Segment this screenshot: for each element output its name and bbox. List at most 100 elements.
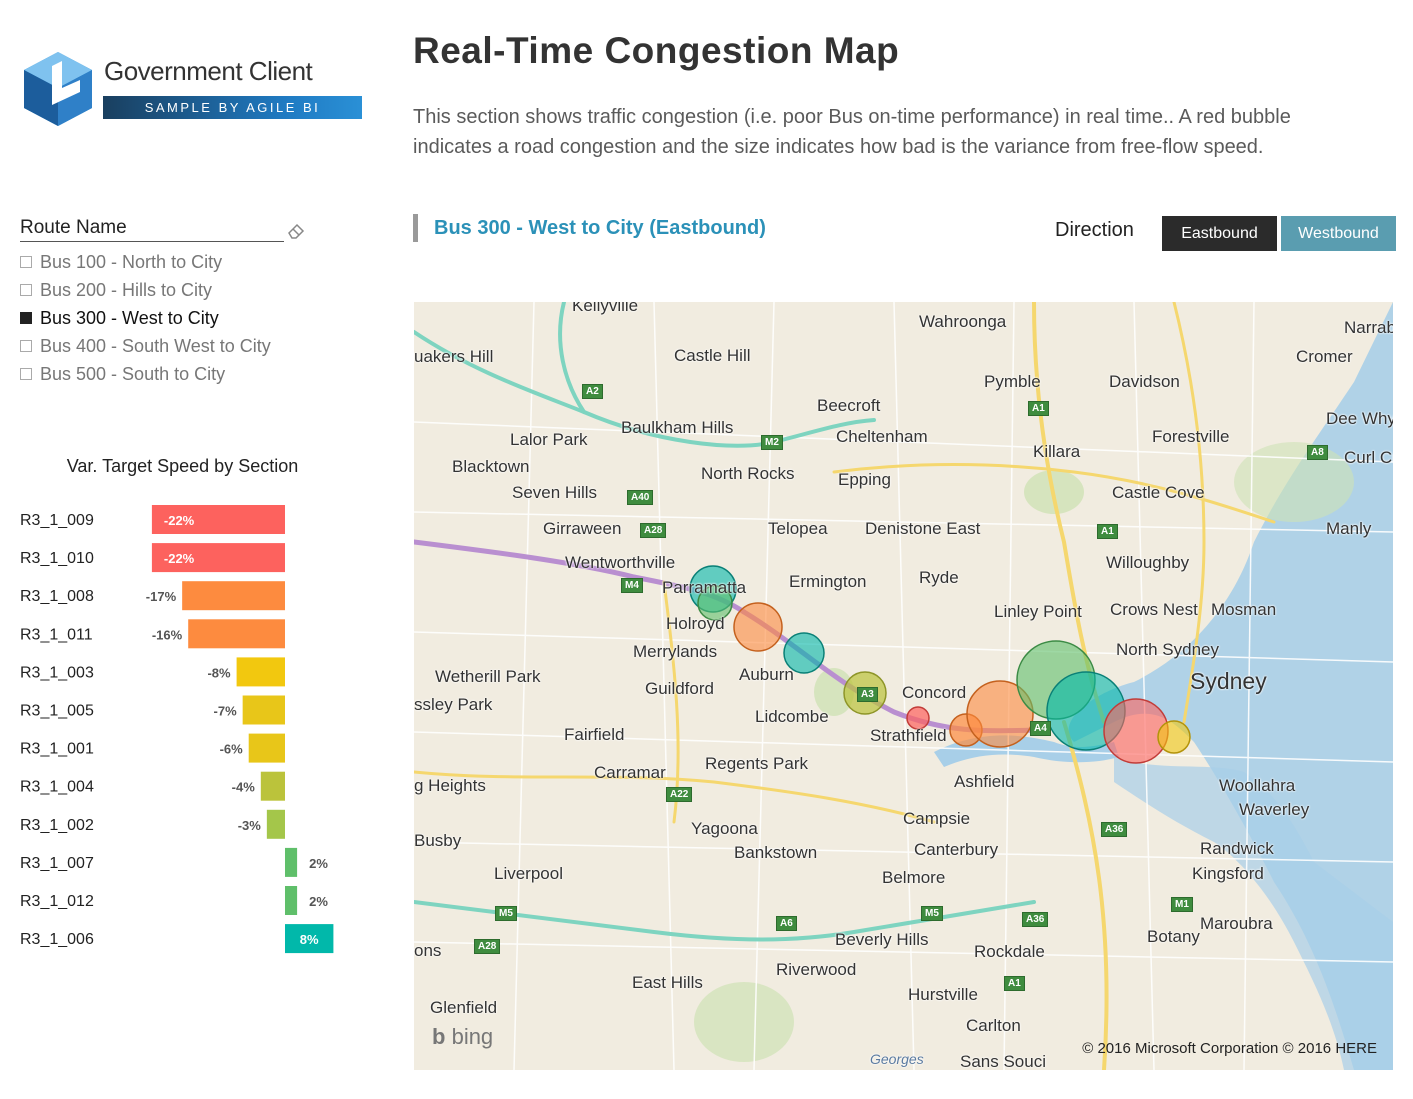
- map-place-label: Pymble: [984, 372, 1041, 391]
- bar-category-label: R3_1_004: [20, 779, 94, 796]
- bing-logo: b bing: [432, 1024, 493, 1050]
- map-place-label: Baulkham Hills: [621, 418, 734, 437]
- map-place-label: Beverly Hills: [835, 930, 929, 949]
- map-place-label: Randwick: [1200, 839, 1274, 858]
- map-place-label: Lidcombe: [755, 707, 829, 726]
- cube-logo-icon: [24, 52, 92, 126]
- map-place-label: Hurstville: [908, 985, 978, 1004]
- checkbox-icon[interactable]: [20, 340, 32, 352]
- bar-category-label: R3_1_008: [20, 588, 94, 605]
- route-title: Bus 300 - West to City (Eastbound): [434, 217, 766, 239]
- bar[interactable]: [182, 581, 285, 611]
- variance-bar-chart: R3_1_009 -22% R3_1_010 -22% R3_1_008 -17% R3_1…: [20, 505, 334, 954]
- map-place-label: Kingsford: [1192, 864, 1264, 883]
- map-place-label: Forestville: [1152, 427, 1230, 446]
- map-place-label: Fairfield: [564, 725, 625, 744]
- checkbox-icon[interactable]: [20, 368, 32, 380]
- map-place-label: Lalor Park: [510, 430, 588, 449]
- slicer-item-bus-200[interactable]: Bus 200 - Hills to City: [20, 276, 271, 304]
- bar-value-label: -6%: [220, 742, 244, 757]
- bing-label: bing: [451, 1024, 494, 1049]
- slicer-item-label: Bus 400 - South West to City: [40, 335, 271, 356]
- map-place-label: Willoughby: [1106, 553, 1190, 572]
- map-place-label: Glenfield: [430, 998, 498, 1017]
- map-place-label: Ryde: [919, 568, 959, 587]
- bar-value-label: -17%: [146, 589, 177, 604]
- bar-value-label: 8%: [300, 932, 319, 947]
- bar[interactable]: [248, 733, 285, 763]
- road-shield-icon: A1: [1097, 524, 1118, 539]
- map-place-label: ssley Park: [414, 695, 493, 714]
- bar-category-label: R3_1_003: [20, 664, 94, 681]
- bar-category-label: R3_1_012: [20, 893, 94, 910]
- route-slicer-list: Bus 100 - North to City Bus 200 - Hills …: [20, 248, 271, 388]
- map-place-label: Yagoona: [691, 819, 758, 838]
- bar-value-label: -7%: [214, 704, 238, 719]
- congestion-map[interactable]: Kellyville Wahroonga Narrab uakers Hill Cast…: [414, 302, 1393, 1070]
- map-place-label: Ermington: [789, 572, 867, 591]
- map-place-label: g Heights: [414, 776, 486, 795]
- bar[interactable]: [285, 886, 298, 915]
- map-place-label: Ashfield: [954, 772, 1015, 791]
- bar[interactable]: [236, 657, 285, 687]
- map-place-label: Liverpool: [494, 864, 563, 883]
- road-shield-icon: A1: [1004, 976, 1025, 991]
- bar-value-label: 2%: [309, 894, 328, 909]
- map-place-label: Wentworthville: [565, 553, 676, 572]
- road-shield-icon: A40: [627, 490, 654, 505]
- congestion-bubble[interactable]: [1157, 720, 1191, 754]
- map-place-label: Georges: [870, 1051, 924, 1067]
- eraser-icon[interactable]: [286, 220, 306, 240]
- bar[interactable]: [285, 847, 298, 877]
- bar-value-label: -22%: [164, 551, 195, 566]
- chart-title: Var. Target Speed by Section: [66, 456, 299, 476]
- map-place-label: Manly: [1326, 519, 1372, 538]
- checkbox-icon[interactable]: [20, 284, 32, 296]
- road-shield-icon: A22: [666, 787, 693, 802]
- congestion-bubble[interactable]: [733, 602, 783, 652]
- bar-category-label: R3_1_010: [20, 550, 94, 567]
- bar[interactable]: [260, 771, 285, 801]
- road-shield-icon: A28: [640, 523, 667, 538]
- slicer-item-bus-100[interactable]: Bus 100 - North to City: [20, 248, 271, 276]
- map-place-label: Denistone East: [865, 519, 981, 538]
- map-place-label: Davidson: [1109, 372, 1180, 391]
- map-place-label: Riverwood: [776, 960, 857, 979]
- westbound-button[interactable]: Westbound: [1281, 216, 1396, 251]
- map-copyright: © 2016 Microsoft Corporation © 2016 HERE: [1082, 1040, 1377, 1057]
- bing-icon: b: [432, 1024, 446, 1049]
- eastbound-button[interactable]: Eastbound: [1162, 216, 1277, 251]
- slicer-item-bus-400[interactable]: Bus 400 - South West to City: [20, 332, 271, 360]
- slicer-item-bus-500[interactable]: Bus 500 - South to City: [20, 360, 271, 388]
- slicer-item-bus-300[interactable]: Bus 300 - West to City: [20, 304, 271, 332]
- map-place-label: Canterbury: [914, 840, 999, 859]
- map-place-label: Sans Souci: [960, 1052, 1046, 1070]
- map-place-label: Concord: [902, 683, 967, 702]
- map-place-label: Beecroft: [817, 396, 881, 415]
- map-place-label: Botany: [1147, 927, 1200, 946]
- page-description: This section shows traffic congestion (i…: [413, 106, 1291, 158]
- logo-name: Government Client: [104, 56, 313, 86]
- checkbox-icon[interactable]: [20, 256, 32, 268]
- bar-value-label: -16%: [152, 627, 183, 642]
- logo: Government Client SAMPLE BY AGILE BI: [22, 48, 367, 128]
- slicer-item-label: Bus 100 - North to City: [40, 251, 223, 272]
- map-place-label: Belmore: [882, 868, 946, 887]
- checkbox-icon[interactable]: [20, 312, 32, 324]
- map-place-label: Narrab: [1344, 318, 1393, 337]
- map-place-label: Dee Why: [1326, 409, 1393, 428]
- bar-value-label: -22%: [164, 513, 195, 528]
- map-place-label: Rockdale: [974, 942, 1045, 961]
- bar[interactable]: [188, 619, 285, 649]
- road-shield-icon: M5: [921, 906, 943, 921]
- page-title: Real-Time Congestion Map: [413, 30, 900, 71]
- bar[interactable]: [242, 695, 285, 725]
- map-place-label: Cheltenham: [836, 427, 928, 446]
- map-place-label: Seven Hills: [512, 483, 598, 502]
- bar-category-label: R3_1_007: [20, 855, 94, 872]
- bar[interactable]: [266, 809, 285, 839]
- road-shield-icon: A1: [1028, 401, 1049, 416]
- map-place-label: Telopea: [768, 519, 828, 538]
- map-place-label: Guildford: [645, 679, 714, 698]
- road-shield-icon: A36: [1022, 912, 1049, 927]
